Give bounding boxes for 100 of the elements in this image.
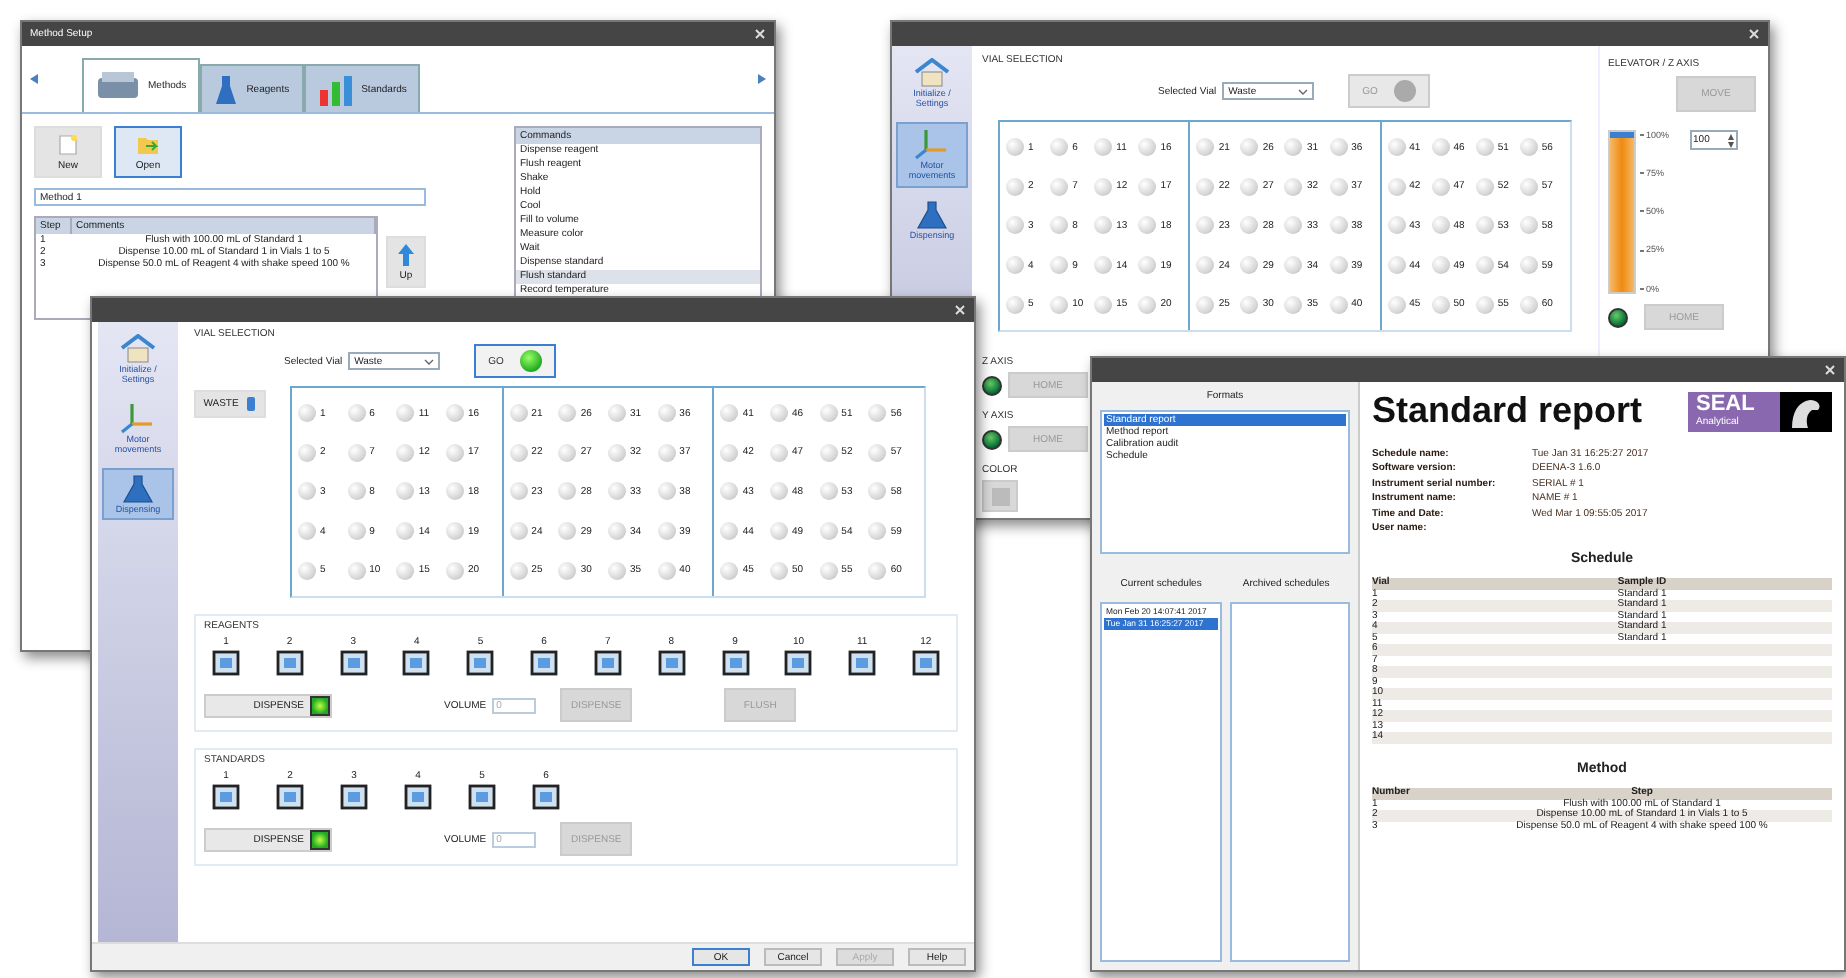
vial-icon[interactable] bbox=[868, 522, 887, 541]
vial-icon[interactable] bbox=[608, 561, 626, 580]
reagent-button[interactable] bbox=[212, 784, 240, 810]
vial-icon[interactable] bbox=[1519, 295, 1538, 314]
spin-arrows-icon[interactable] bbox=[1727, 133, 1734, 147]
vial-icon[interactable] bbox=[298, 561, 316, 580]
vial-icon[interactable] bbox=[1138, 216, 1157, 235]
vial-icon[interactable] bbox=[770, 561, 788, 580]
vial-icon[interactable] bbox=[558, 561, 577, 580]
vial-icon[interactable] bbox=[558, 404, 577, 423]
vial-icon[interactable] bbox=[1240, 295, 1259, 314]
vial-icon[interactable] bbox=[509, 443, 528, 462]
reagent-button[interactable] bbox=[468, 784, 496, 810]
vial-icon[interactable] bbox=[1519, 216, 1538, 235]
vial-icon[interactable] bbox=[1138, 295, 1157, 314]
vial-icon[interactable] bbox=[1329, 177, 1348, 196]
color-button[interactable] bbox=[982, 480, 1018, 512]
reagent-button[interactable] bbox=[340, 784, 368, 810]
vial-icon[interactable] bbox=[657, 522, 676, 541]
vial-icon[interactable] bbox=[509, 404, 528, 423]
reagent-button[interactable] bbox=[402, 650, 431, 676]
vial-icon[interactable] bbox=[1050, 177, 1069, 196]
vial-icon[interactable] bbox=[446, 561, 464, 580]
vial-icon[interactable] bbox=[1431, 138, 1450, 157]
reagent-button[interactable] bbox=[339, 650, 368, 676]
vial-icon[interactable] bbox=[1094, 216, 1113, 235]
vial-icon[interactable] bbox=[819, 443, 838, 462]
vial-icon[interactable] bbox=[1050, 216, 1069, 235]
vial-icon[interactable] bbox=[657, 561, 676, 580]
vial-icon[interactable] bbox=[868, 561, 887, 580]
vial-icon[interactable] bbox=[720, 522, 739, 541]
vial-icon[interactable] bbox=[1519, 138, 1538, 157]
vial-icon[interactable] bbox=[1094, 256, 1113, 275]
reagent-button[interactable] bbox=[404, 784, 432, 810]
vial-icon[interactable] bbox=[1519, 256, 1538, 275]
vial-icon[interactable] bbox=[819, 522, 838, 541]
reagent-button[interactable] bbox=[848, 650, 877, 676]
vial-icon[interactable] bbox=[1431, 256, 1450, 275]
vial-icon[interactable] bbox=[347, 404, 366, 423]
reagent-button[interactable] bbox=[212, 650, 240, 676]
vial-icon[interactable] bbox=[558, 482, 577, 501]
reagent-button[interactable] bbox=[276, 784, 304, 810]
vial-icon[interactable] bbox=[770, 404, 788, 423]
vial-icon[interactable] bbox=[1050, 138, 1069, 157]
vial-icon[interactable] bbox=[868, 443, 887, 462]
vial-icon[interactable] bbox=[1196, 295, 1215, 314]
vial-icon[interactable] bbox=[657, 404, 676, 423]
vial-icon[interactable] bbox=[1006, 256, 1024, 275]
vial-icon[interactable] bbox=[1094, 177, 1113, 196]
vial-icon[interactable] bbox=[446, 404, 464, 423]
vial-icon[interactable] bbox=[1519, 177, 1538, 196]
vial-icon[interactable] bbox=[819, 482, 838, 501]
vial-icon[interactable] bbox=[1475, 177, 1494, 196]
vial-icon[interactable] bbox=[1006, 138, 1024, 157]
vial-icon[interactable] bbox=[1240, 138, 1259, 157]
vial-icon[interactable] bbox=[446, 443, 464, 462]
vial-icon[interactable] bbox=[1138, 138, 1157, 157]
vial-icon[interactable] bbox=[1387, 216, 1406, 235]
vial-icon[interactable] bbox=[1431, 295, 1450, 314]
reagent-button[interactable] bbox=[530, 650, 559, 676]
caret-icon[interactable] bbox=[1298, 87, 1309, 95]
vial-icon[interactable] bbox=[347, 443, 366, 462]
close-icon[interactable] bbox=[754, 28, 766, 40]
reagent-button[interactable] bbox=[466, 650, 495, 676]
vial-icon[interactable] bbox=[608, 482, 626, 501]
vial-icon[interactable] bbox=[396, 561, 415, 580]
close-icon[interactable] bbox=[1748, 28, 1760, 40]
close-icon[interactable] bbox=[1824, 364, 1836, 376]
vial-icon[interactable] bbox=[396, 522, 415, 541]
vial-icon[interactable] bbox=[657, 443, 676, 462]
vial-icon[interactable] bbox=[720, 404, 739, 423]
vial-icon[interactable] bbox=[1050, 295, 1069, 314]
vial-icon[interactable] bbox=[298, 404, 316, 423]
vial-icon[interactable] bbox=[558, 522, 577, 541]
vial-icon[interactable] bbox=[608, 443, 626, 462]
vial-icon[interactable] bbox=[819, 404, 838, 423]
vial-icon[interactable] bbox=[396, 482, 415, 501]
vial-icon[interactable] bbox=[347, 522, 366, 541]
vial-icon[interactable] bbox=[1196, 177, 1215, 196]
caret-icon[interactable] bbox=[424, 357, 435, 365]
vial-icon[interactable] bbox=[819, 561, 838, 580]
vial-icon[interactable] bbox=[1329, 138, 1348, 157]
vial-icon[interactable] bbox=[1329, 216, 1348, 235]
reagent-button[interactable] bbox=[657, 650, 686, 676]
vial-icon[interactable] bbox=[1387, 138, 1406, 157]
vial-icon[interactable] bbox=[396, 404, 415, 423]
vial-icon[interactable] bbox=[1094, 138, 1113, 157]
vial-icon[interactable] bbox=[1329, 256, 1348, 275]
vial-icon[interactable] bbox=[1284, 216, 1303, 235]
vial-icon[interactable] bbox=[770, 482, 788, 501]
vial-icon[interactable] bbox=[868, 404, 887, 423]
vial-icon[interactable] bbox=[446, 522, 464, 541]
vial-icon[interactable] bbox=[446, 482, 464, 501]
vial-icon[interactable] bbox=[1387, 177, 1406, 196]
vial-icon[interactable] bbox=[720, 482, 739, 501]
vial-icon[interactable] bbox=[1475, 216, 1494, 235]
vial-icon[interactable] bbox=[1240, 177, 1259, 196]
vial-icon[interactable] bbox=[868, 482, 887, 501]
vial-icon[interactable] bbox=[720, 443, 739, 462]
vial-icon[interactable] bbox=[770, 443, 788, 462]
